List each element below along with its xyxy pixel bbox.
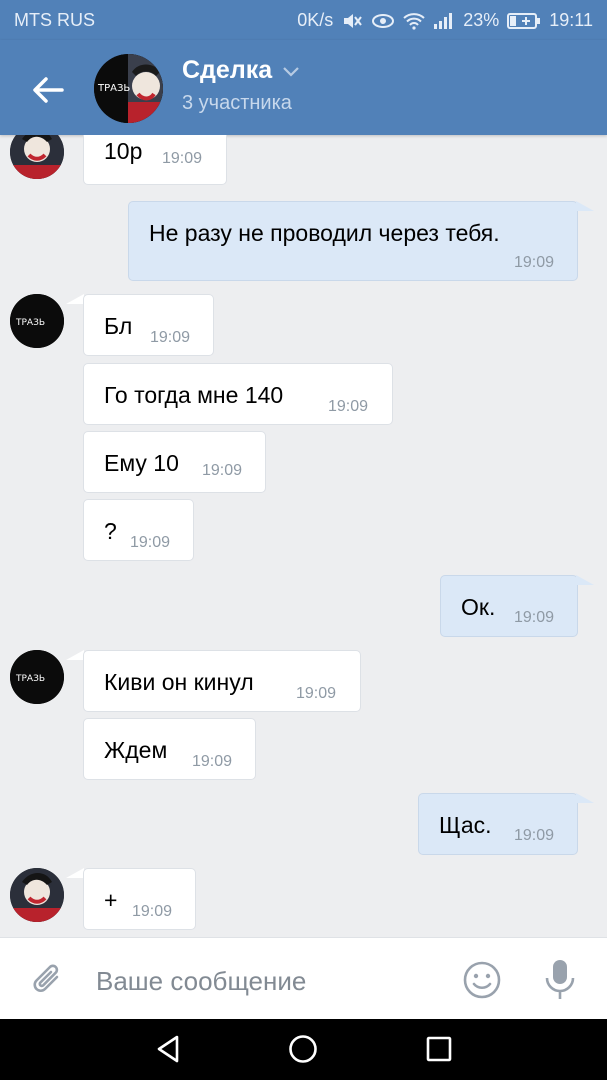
clock: 19:11 [549,10,593,30]
square-recents-icon [426,1036,452,1062]
paperclip-icon [33,964,59,992]
message-time: 19:09 [514,609,555,626]
message-bubble[interactable]: Щас. 19:09 [418,793,578,855]
bubble-tail [66,868,84,878]
message-time: 19:09 [150,329,191,346]
message-text: Не разу не проводил через тебя. [149,220,500,246]
avatar-text: ТРАЗЬ [15,674,45,684]
bubble-tail [576,575,594,585]
chat-header: ТРАЗЬ Сделка 3 участника [0,40,607,135]
message-bubble[interactable]: Ему 10 19:09 [83,431,266,493]
avatar[interactable]: ТРАЗЬ [10,650,64,704]
avatar[interactable]: ТРАЗЬ [10,294,64,348]
attach-button[interactable] [30,960,66,1005]
nav-back-button[interactable] [153,1033,185,1070]
chat-avatar[interactable]: ТРАЗЬ [94,54,163,123]
message-bubble[interactable]: Не разу не проводил через тебя. 19:09 [128,201,578,281]
message-time: 19:09 [296,685,337,702]
message-time: 19:09 [202,462,243,479]
message-text: Ок. [461,594,496,620]
nav-home-button[interactable] [287,1033,319,1070]
eye-icon [371,12,395,30]
message-text: Киви он кинул [104,669,254,695]
message-text: + [104,887,118,913]
message-bubble[interactable]: Го тогда мне 140 19:09 [83,363,393,425]
chat-title-text: Сделка [182,56,273,84]
message-text: Ждем [104,737,168,763]
avatar[interactable] [10,868,64,922]
message-time: 19:09 [132,903,173,920]
back-button[interactable] [28,70,68,110]
message-text: Щас. [439,812,492,838]
microphone-icon [545,960,575,999]
bubble-tail [66,294,84,304]
message-bubble[interactable]: ? 19:09 [83,499,194,561]
wifi-icon [403,12,425,30]
message-time: 19:09 [514,254,555,271]
message-time: 19:09 [130,534,171,551]
message-list[interactable]: 10р 19:09 Не разу не проводил через тебя… [0,135,607,937]
triangle-back-icon [157,1035,179,1063]
bubble-tail [576,793,594,803]
message-bubble[interactable]: Ок. 19:09 [440,575,578,637]
carrier-label: MTS RUS [14,10,95,30]
smile-icon [463,961,501,999]
message-time: 19:09 [192,753,233,770]
bubble-tail [576,201,594,211]
message-text: Бл [104,313,133,339]
message-input[interactable]: Ваше сообщение [96,966,306,997]
bubble-tail [66,650,84,660]
message-text: Ему 10 [104,450,179,476]
arrow-left-icon [33,77,64,103]
message-text: 10р [104,138,143,164]
message-bubble[interactable]: Ждем 19:09 [83,718,256,780]
message-composer: Ваше сообщение [0,937,607,1019]
voice-button[interactable] [540,958,580,1007]
chevron-down-icon [283,66,299,77]
message-time: 19:09 [162,150,203,167]
battery-icon [507,12,541,30]
chat-participants: 3 участника [182,92,292,114]
system-nav-bar [0,1019,607,1080]
message-bubble[interactable]: Киви он кинул 19:09 [83,650,361,712]
nav-recents-button[interactable] [423,1033,455,1070]
message-bubble[interactable]: 10р 19:09 [83,135,227,185]
message-bubble[interactable]: Бл 19:09 [83,294,214,356]
circle-home-icon [289,1035,317,1063]
message-bubble[interactable]: + 19:09 [83,868,196,930]
signal-icon [433,12,455,30]
chat-title[interactable]: Сделка [182,56,300,85]
message-text: Го тогда мне 140 [104,382,284,408]
chat-avatar-text: ТРАЗЬ [97,83,130,94]
status-bar: MTS RUS 0K/s 23% 19:11 [0,0,607,40]
mute-icon [341,11,363,31]
message-time: 19:09 [514,827,555,844]
message-text: ? [104,518,117,544]
emoji-button[interactable] [462,960,502,1005]
message-time: 19:09 [328,398,369,415]
battery-percent: 23% [463,10,500,30]
network-speed: 0K/s [297,10,334,30]
avatar[interactable] [10,135,64,179]
avatar-text: ТРАЗЬ [15,318,45,328]
